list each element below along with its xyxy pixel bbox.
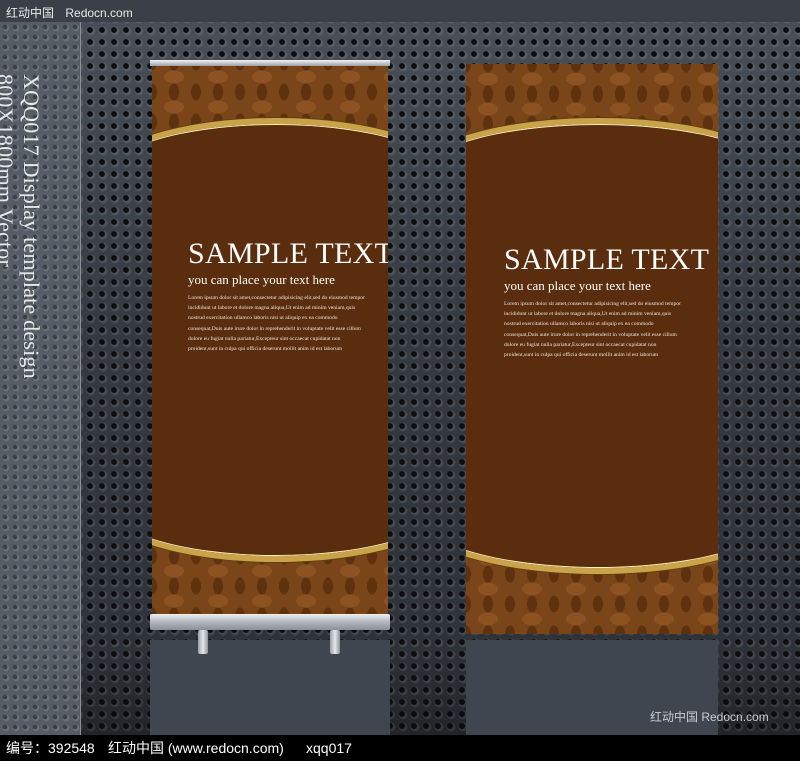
left-stand-foot (198, 630, 208, 654)
side-title-line-2: 800X1800mm Vector (0, 74, 18, 268)
header-separator (58, 6, 61, 20)
site-name-cn: 红动中国 (6, 6, 55, 20)
right-banner-body-line: incididunt ut labore et dolore magna ali… (504, 311, 672, 318)
side-title: XQQ017 Display template design 800X1800m… (0, 74, 44, 379)
item-number: 编号：392548 (6, 740, 95, 756)
left-banner-content: SAMPLE TEXT you can place your text here… (188, 237, 388, 354)
right-banner-body-line: proident,sunt in culpa qui officia deser… (504, 352, 659, 359)
left-banner-body-line: Lorem ipsum dolor sit amet,consectetur a… (188, 295, 365, 301)
right-banner-body-line: Lorem ipsum dolor sit amet,consectetur a… (504, 301, 681, 307)
bottom-info-bar: 编号：392548 红动中国 (www.redocn.com) xqq017 (0, 735, 800, 761)
right-banner-body-line: dolore eu fugiat nulla pariatur,Excepteu… (504, 341, 657, 348)
side-panel: XQQ017 Display template design 800X1800m… (0, 22, 81, 735)
left-banner-title: SAMPLE TEXT (188, 237, 388, 270)
left-banner: SAMPLE TEXT you can place your text here… (152, 62, 388, 616)
left-banner-body-line: dolore eu fugiat nulla pariatur,Excepteu… (188, 335, 341, 342)
item-code: xqq017 (306, 740, 352, 756)
left-banner-body-line: incididunt ut labore et dolore magna ali… (188, 305, 356, 312)
right-banner-subtitle: you can place your text here (504, 278, 651, 293)
right-banner-body-line: consequat,Duis aute irure dolor in repre… (504, 331, 677, 338)
left-stand-base (150, 614, 390, 630)
left-banner-subtitle: you can place your text here (188, 272, 335, 287)
right-banner: SAMPLE TEXT you can place your text here… (466, 64, 718, 634)
top-bar: 红动中国 Redocn.com (0, 0, 800, 22)
right-banner-content: SAMPLE TEXT you can place your text here… (504, 244, 712, 360)
site-name-en: Redocn.com (65, 6, 133, 20)
left-stand-top-rail (150, 60, 390, 66)
right-banner-body: Lorem ipsum dolor sit amet,consectetur a… (504, 299, 712, 360)
left-banner-body-line: consequat,Duis aute irure dolor in repre… (188, 325, 361, 332)
site-header: 红动中国 Redocn.com (6, 4, 133, 21)
left-banner-body: Lorem ipsum dolor sit amet,consectetur a… (188, 293, 380, 354)
right-stand-foot (330, 630, 340, 654)
site-link[interactable]: 红动中国 (www.redocn.com) (108, 735, 284, 761)
left-banner-body-line: nostrud exercitation ullamco laboris nis… (188, 315, 338, 322)
left-banner-body-line: proident,sunt in culpa qui officia deser… (188, 346, 343, 353)
right-banner-title: SAMPLE TEXT (504, 243, 710, 276)
corner-watermark: 红动中国 Redocn.com (650, 710, 769, 724)
right-banner-body-line: nostrud exercitation ullamco laboris nis… (504, 321, 654, 328)
side-title-line-1: XQQ017 Display template design (19, 74, 44, 379)
left-floor-panel (150, 640, 390, 735)
